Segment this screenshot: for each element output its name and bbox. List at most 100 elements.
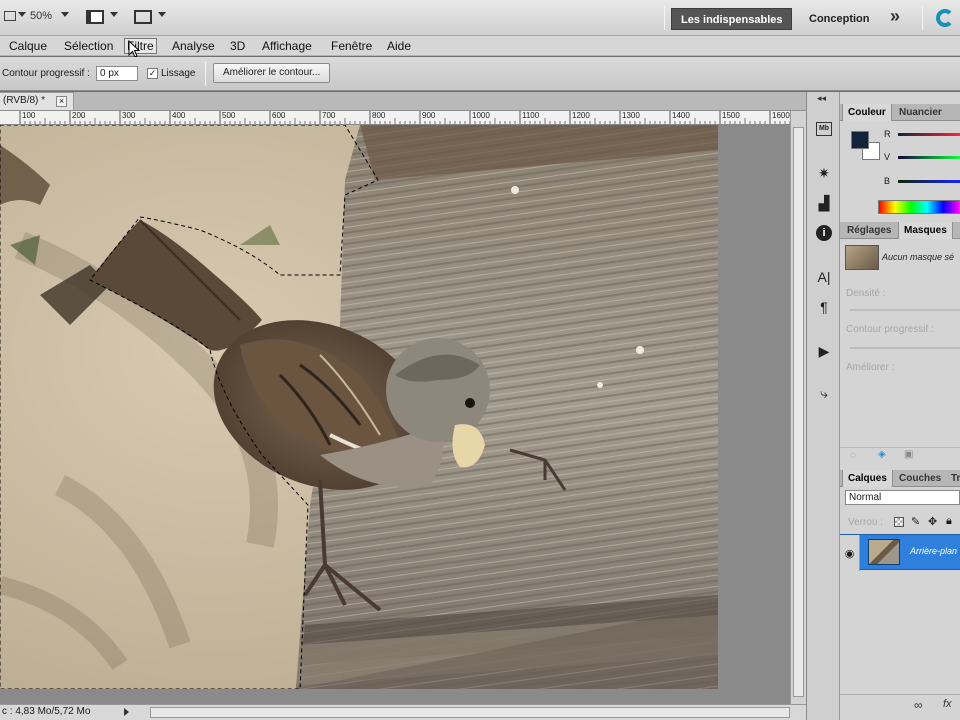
tab-masques[interactable]: Masques xyxy=(898,222,953,239)
chevron-down-icon[interactable] xyxy=(110,12,118,17)
menu-3d[interactable]: 3D xyxy=(230,39,245,53)
mask-feather-label: Contour progressif : xyxy=(846,324,934,335)
tab-traces[interactable]: Tr xyxy=(946,470,960,487)
ruler-label: 800 xyxy=(372,111,386,120)
ruler-label: 700 xyxy=(322,111,336,120)
history-icon[interactable]: ⤷ xyxy=(812,382,836,404)
scroll-thumb[interactable] xyxy=(793,127,804,697)
density-slider xyxy=(850,309,960,311)
cs-live-icon[interactable] xyxy=(936,9,954,27)
load-selection-icon[interactable]: ◌ xyxy=(850,450,856,461)
tab-calques[interactable]: Calques xyxy=(842,470,893,487)
smoothing-label: Lissage xyxy=(161,68,196,79)
chevron-down-icon[interactable] xyxy=(158,12,166,17)
horizontal-ruler[interactable]: 100 200 300 400 500 600 700 800 900 1000 1100 1200 1… xyxy=(0,111,790,125)
lock-transparency-icon[interactable] xyxy=(894,517,904,527)
status-menu-icon[interactable] xyxy=(124,708,129,716)
divider xyxy=(205,62,206,86)
close-icon[interactable]: × xyxy=(56,96,67,107)
lock-label: Verrou : xyxy=(848,517,884,528)
menu-bar: Calque Sélection Filtre Analyse 3D Affic… xyxy=(0,36,960,58)
channel-v-label: V xyxy=(884,152,891,162)
menu-fenetre[interactable]: Fenêtre xyxy=(331,39,372,53)
layers-actions-row xyxy=(840,694,960,718)
animation-icon[interactable]: ▶ xyxy=(812,340,836,362)
layer-visibility-eye-icon[interactable]: ◉ xyxy=(840,535,860,571)
ruler-label: 1400 xyxy=(672,111,690,120)
link-layers-icon[interactable]: ∞ xyxy=(914,698,923,712)
view-extras-icon[interactable] xyxy=(4,11,16,21)
layer-row-background[interactable]: ◉ Arrière-plan xyxy=(840,534,960,571)
ruler-label: 300 xyxy=(122,111,136,120)
channel-b-slider[interactable] xyxy=(898,180,960,183)
ruler-label: 900 xyxy=(422,111,436,120)
layer-name[interactable]: Arrière-plan xyxy=(910,546,957,556)
document-tab[interactable]: (RVB/8) * × xyxy=(0,92,74,110)
mini-bridge-icon[interactable]: Mb xyxy=(812,118,836,140)
tab-couches[interactable]: Couches xyxy=(894,470,946,487)
zoom-level[interactable]: 50% xyxy=(30,10,52,22)
status-bar: c : 4,83 Mo/5,72 Mo xyxy=(0,704,806,720)
lock-all-icon[interactable]: 🔒︎ xyxy=(946,515,952,528)
density-label: Densité : xyxy=(846,288,886,299)
menu-analyse[interactable]: Analyse xyxy=(172,39,215,53)
collapse-arrows-icon[interactable]: ◂◂ xyxy=(817,93,826,104)
blend-mode-select[interactable]: Normal xyxy=(845,490,960,505)
channel-b-label: B xyxy=(884,176,891,186)
feather-label: Contour progressif : xyxy=(2,68,90,79)
foreground-color-swatch[interactable] xyxy=(851,131,869,149)
tab-reglages[interactable]: Réglages xyxy=(842,222,896,239)
vertical-scrollbar[interactable] xyxy=(790,111,806,705)
channel-r-label: R xyxy=(884,129,891,139)
ruler-label: 100 xyxy=(22,111,36,120)
arrange-documents-icon[interactable] xyxy=(86,10,104,24)
canvas-area[interactable] xyxy=(0,125,790,705)
workspace-les-indispensables-button[interactable]: Les indispensables xyxy=(671,8,793,30)
horizontal-scrollbar[interactable] xyxy=(150,707,790,718)
character-icon[interactable]: A| xyxy=(812,266,836,288)
mask-status-text: Aucun masque sé xyxy=(882,252,955,262)
tab-nuancier[interactable]: Nuancier xyxy=(894,104,947,121)
document-tab-bar xyxy=(0,92,806,111)
color-spectrum-ramp[interactable] xyxy=(878,200,960,214)
histogram-icon[interactable]: ▟ xyxy=(812,192,836,214)
smoothing-checkbox[interactable]: ✓ xyxy=(147,68,158,79)
layers-panel-tabs: Calques Couches Tr xyxy=(840,470,960,487)
panel-dock: Couleur Nuancier R V B Réglages Masques … xyxy=(840,92,960,720)
photo-sparrow-on-boardwalk[interactable] xyxy=(0,125,790,705)
apply-mask-icon[interactable]: ◈ xyxy=(878,449,886,460)
ruler-label: 1300 xyxy=(622,111,640,120)
lock-position-icon[interactable]: ✥ xyxy=(928,515,937,528)
channel-v-slider[interactable] xyxy=(898,156,960,159)
options-bar: Contour progressif : 0 px ✓ Lissage Amél… xyxy=(0,57,960,91)
navigator-icon[interactable]: ✷ xyxy=(812,162,836,184)
menu-aide[interactable]: Aide xyxy=(387,39,411,53)
layer-style-icon[interactable]: fx xyxy=(943,698,952,710)
masks-panel-tabs: Réglages Masques xyxy=(840,222,960,239)
channel-r-slider[interactable] xyxy=(898,133,960,136)
lock-pixels-icon[interactable]: ✎ xyxy=(911,515,920,528)
menu-calque[interactable]: Calque xyxy=(9,39,47,53)
tab-couleur[interactable]: Couleur xyxy=(842,104,892,121)
paragraph-icon[interactable]: ¶ xyxy=(812,296,836,318)
menu-affichage[interactable]: Affichage xyxy=(262,39,312,53)
refine-edge-button[interactable]: Améliorer le contour... xyxy=(213,63,331,83)
ruler-label: 600 xyxy=(272,111,286,120)
panel-icon-strip: ◂◂ Mb ✷ ▟ i A| ¶ ▶ ⤷ xyxy=(806,92,840,720)
color-panel-tabs: Couleur Nuancier xyxy=(840,104,960,121)
mask-feather-slider xyxy=(850,347,960,349)
ruler-label: 400 xyxy=(172,111,186,120)
workspace-conception-button[interactable]: Conception xyxy=(800,8,879,30)
ruler-label: 1100 xyxy=(522,111,540,120)
delete-mask-icon[interactable]: ▣ xyxy=(904,449,913,460)
info-icon[interactable]: i xyxy=(812,222,836,244)
screen-mode-icon[interactable] xyxy=(134,10,152,24)
ruler-label: 200 xyxy=(72,111,86,120)
divider xyxy=(664,6,665,30)
zoom-dropdown-icon[interactable] xyxy=(61,12,69,17)
feather-input[interactable]: 0 px xyxy=(96,66,138,81)
menu-selection[interactable]: Sélection xyxy=(64,39,113,53)
mask-actions-row xyxy=(840,447,960,461)
workspace-overflow-icon[interactable]: » xyxy=(890,6,900,27)
chevron-down-icon[interactable] xyxy=(18,12,26,17)
